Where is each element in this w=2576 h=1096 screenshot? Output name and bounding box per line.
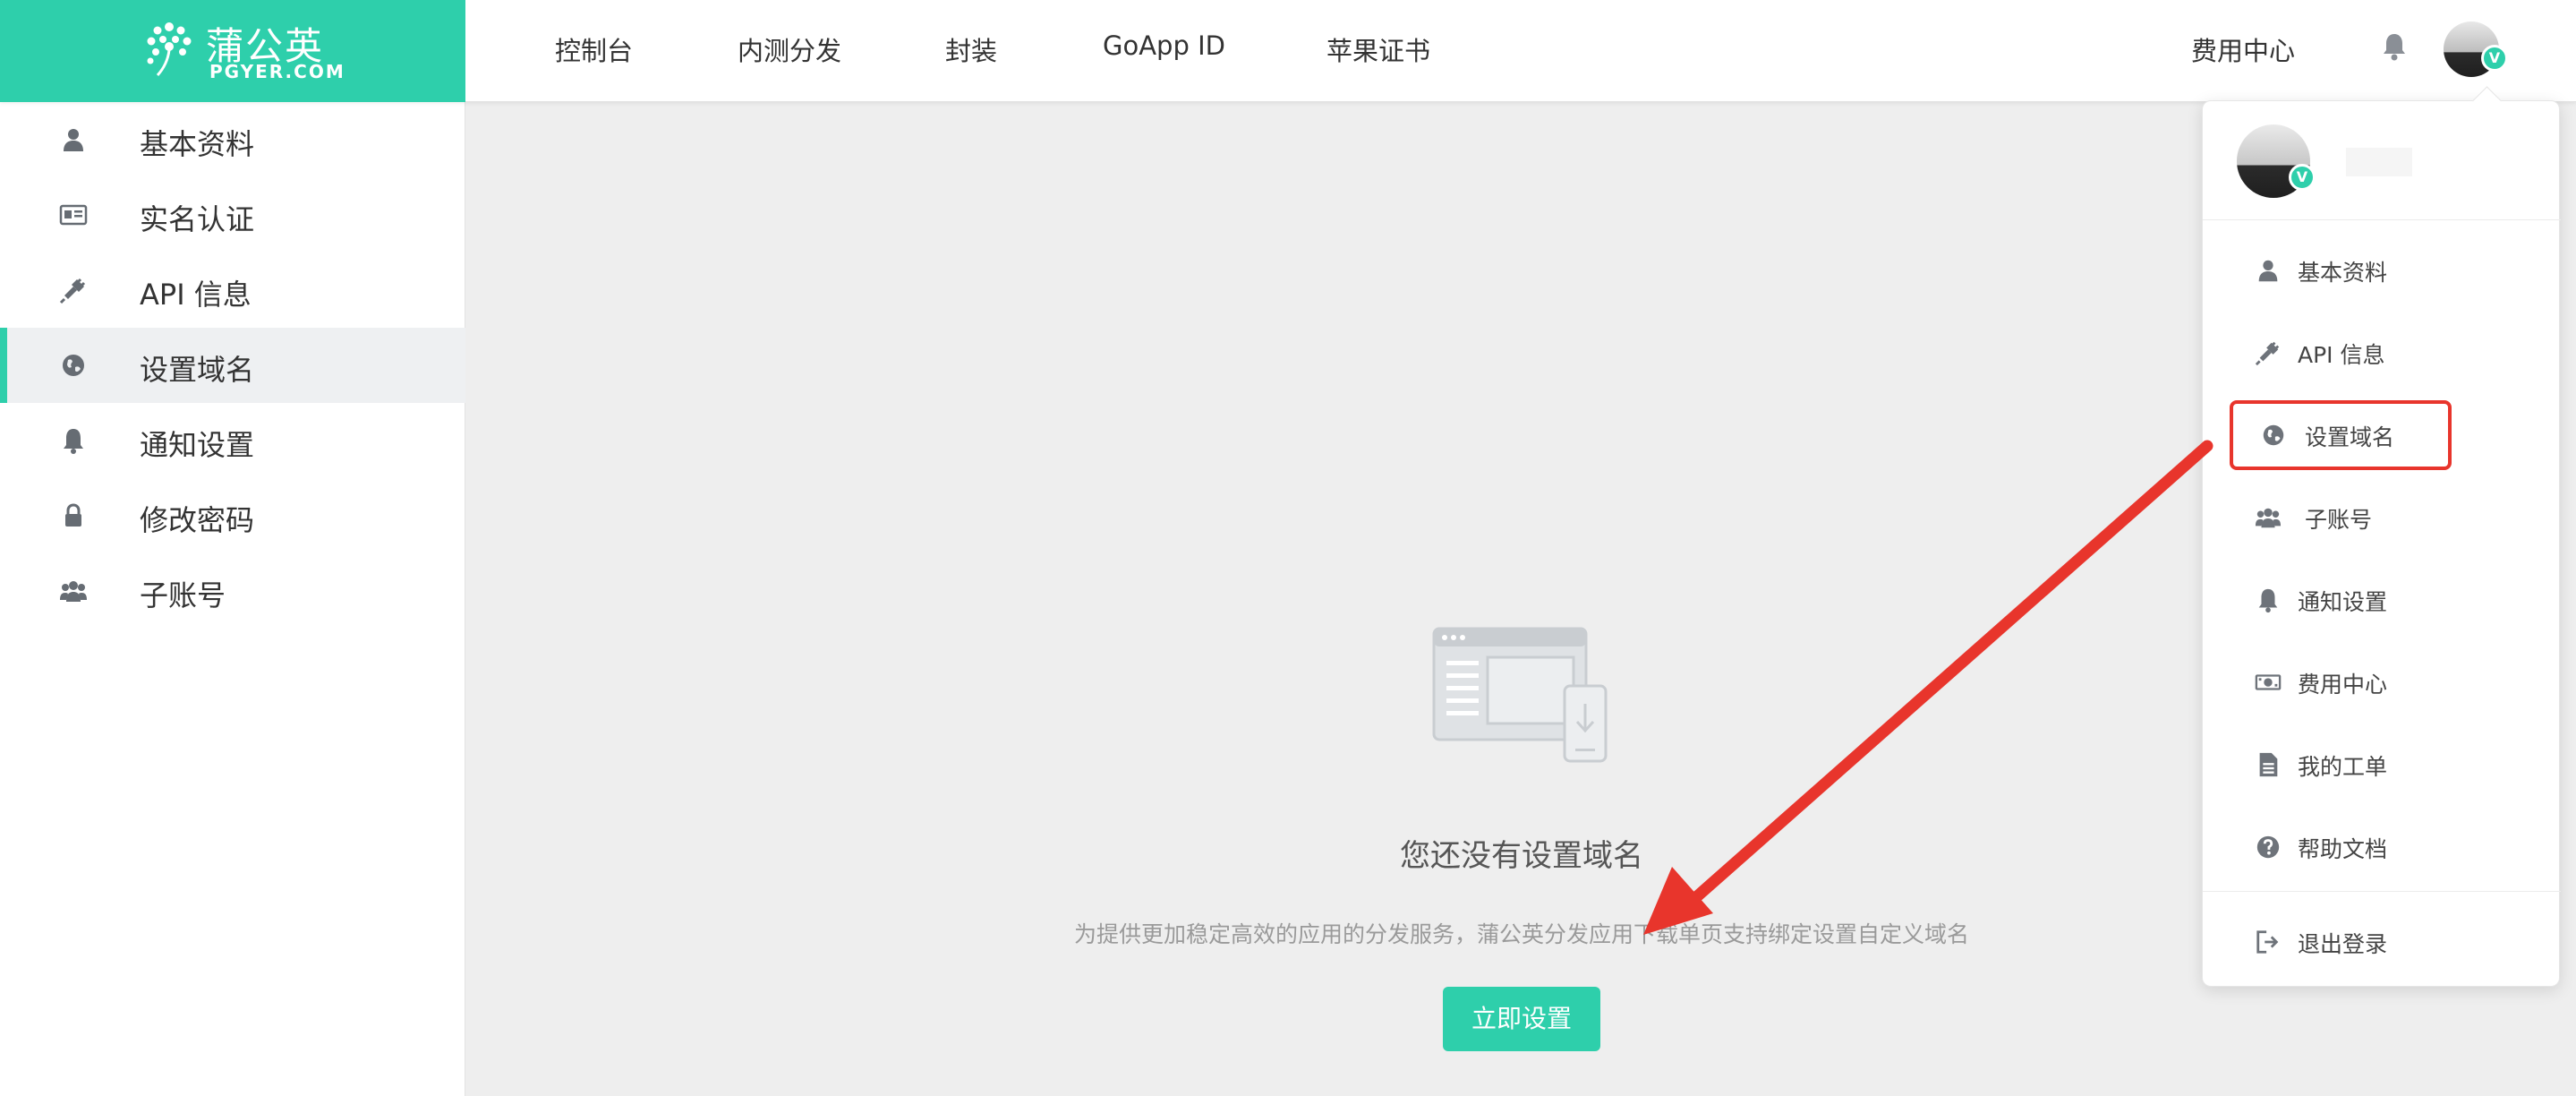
sidebar-item-change-password[interactable]: 修改密码 [0,478,465,553]
plug-icon [59,278,86,304]
dropdown-item-my-tickets[interactable]: 我的工单 [2203,732,2561,796]
users-icon [60,581,87,602]
sidebar-item-label: 基本资料 [140,127,255,161]
dropdown-item-label: API 信息 [2298,342,2385,368]
empty-state-title: 您还没有设置域名 [1400,838,1643,874]
empty-state-description: 为提供更加稳定高效的应用的分发服务，蒲公英分发应用下载单页支持绑定设置自定义域名 [1073,921,1969,947]
nav-apple-certificate[interactable]: 苹果证书 [1326,30,1430,68]
dropdown-item-label: 退出登录 [2298,931,2388,957]
logout-icon [2256,930,2279,954]
verified-badge-icon: V [2481,45,2508,72]
nav-package[interactable]: 封装 [945,30,997,68]
dropdown-item-sub-accounts[interactable]: 子账号 [2203,484,2561,549]
dropdown-item-notifications[interactable]: 通知设置 [2203,567,2561,631]
highlight-box [2230,400,2452,470]
dropdown-username [2346,148,2412,176]
document-icon [2259,752,2278,777]
sidebar: 基本资料 实名认证 API 信息 设置域名 通知设置 修改密码 子账号 [0,102,465,1096]
bell-icon [2258,588,2278,613]
sidebar-item-real-name[interactable]: 实名认证 [0,177,465,253]
dandelion-logo-icon [147,22,192,77]
verified-badge-icon: V [2289,164,2316,191]
lock-icon [65,503,81,527]
dropdown-item-label: 基本资料 [2298,260,2388,286]
dropdown-item-label: 子账号 [2305,507,2373,533]
dropdown-item-label: 我的工单 [2298,754,2388,780]
id-card-icon [59,204,88,226]
sidebar-item-label: API 信息 [140,278,252,312]
user-dropdown-menu: V 基本资料 API 信息 设置域名 子账号 通知设置 费用中心 我的工单 帮助… [2202,100,2561,987]
dropdown-divider [2203,891,2561,892]
sidebar-item-label: 通知设置 [140,428,255,462]
bell-icon [64,429,83,454]
sidebar-item-label: 实名认证 [140,202,255,236]
globe-icon [63,355,84,376]
question-icon [2256,835,2280,859]
dropdown-item-billing[interactable]: 费用中心 [2203,649,2561,714]
top-navbar: 蒲公英 PGYER.COM 控制台 内测分发 封装 GoApp ID 苹果证书 … [0,0,2576,102]
brand-name-en: PGYER.COM [209,61,345,82]
dropdown-item-help-docs[interactable]: 帮助文档 [2203,814,2561,878]
nav-billing-center[interactable]: 费用中心 [2191,30,2295,68]
dropdown-item-label: 通知设置 [2298,589,2388,615]
dropdown-item-label: 帮助文档 [2298,836,2388,862]
sidebar-item-sub-accounts[interactable]: 子账号 [0,553,465,629]
user-icon [2258,260,2278,282]
money-icon [2255,674,2282,690]
dropdown-item-api-info[interactable]: API 信息 [2203,320,2561,384]
sidebar-item-label: 修改密码 [140,503,255,537]
dropdown-item-basic-info[interactable]: 基本资料 [2203,237,2561,302]
nav-console[interactable]: 控制台 [555,30,633,68]
nav-beta-distribution[interactable]: 内测分发 [738,30,841,68]
sidebar-item-label: 子账号 [140,578,226,612]
logo[interactable]: 蒲公英 PGYER.COM [0,0,465,102]
empty-state-illustration [1432,627,1608,763]
sidebar-item-set-domain[interactable]: 设置域名 [0,328,465,403]
notification-bell-icon[interactable] [2381,32,2408,61]
setup-now-button[interactable]: 立即设置 [1443,987,1600,1051]
sidebar-item-notifications[interactable]: 通知设置 [0,403,465,478]
sidebar-item-api-info[interactable]: API 信息 [0,253,465,328]
users-icon [2255,508,2282,528]
dropdown-item-logout[interactable]: 退出登录 [2203,909,2561,973]
dropdown-item-label: 费用中心 [2298,672,2388,698]
sidebar-item-label: 设置域名 [140,353,255,387]
dropdown-divider [2203,219,2561,220]
sidebar-item-basic-info[interactable]: 基本资料 [0,102,465,177]
user-icon [64,129,83,151]
plug-icon [2255,341,2280,366]
nav-goapp-id[interactable]: GoApp ID [1103,30,1225,61]
